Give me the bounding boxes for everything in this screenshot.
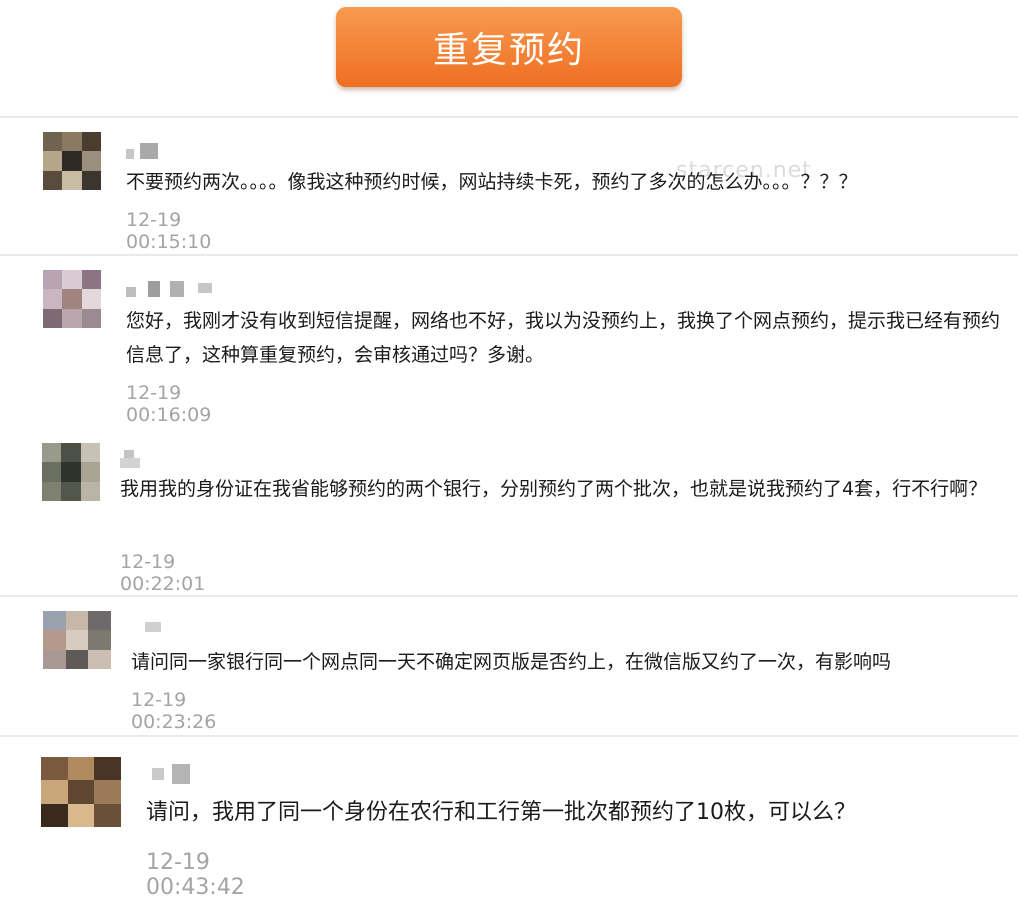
avatar-pixel xyxy=(94,780,121,805)
username[interactable] xyxy=(126,143,166,159)
avatar-pixel xyxy=(67,803,95,827)
comment-text: 请问，我用了同一个身份在农行和工行第一批次都预约了10枚，可以么？ xyxy=(146,800,856,825)
avatar-pixel xyxy=(81,308,101,328)
avatar-pixel xyxy=(80,462,100,483)
avatar-pixel xyxy=(80,481,100,501)
avatar-pixel xyxy=(62,270,83,290)
comment-time: 12-19 00:16:09 xyxy=(126,382,212,426)
avatar-pixel xyxy=(81,270,101,290)
avatar-pixel xyxy=(67,780,95,805)
avatar-pixel xyxy=(42,462,62,483)
username[interactable] xyxy=(145,620,165,636)
avatar-pixel xyxy=(43,270,63,290)
avatar-pixel xyxy=(94,757,121,781)
avatar-pixel xyxy=(43,170,63,190)
avatar-pixel xyxy=(43,132,63,152)
avatar-pixel xyxy=(81,170,101,190)
avatar-pixel xyxy=(62,170,83,190)
divider xyxy=(0,254,1018,256)
avatar-pixel xyxy=(88,630,111,651)
avatar-pixel xyxy=(88,611,111,631)
divider xyxy=(0,595,1018,597)
avatar-pixel xyxy=(43,611,66,631)
avatar-pixel xyxy=(65,649,89,669)
comment-time: 12-19 00:23:26 xyxy=(131,689,217,733)
avatar-pixel xyxy=(41,803,68,827)
avatar-pixel xyxy=(43,308,63,328)
avatar-pixel xyxy=(43,151,63,172)
avatar-pixel xyxy=(43,649,66,669)
comment-time: 12-19 00:43:42 xyxy=(146,850,245,900)
avatar[interactable] xyxy=(43,132,101,190)
avatar-pixel xyxy=(65,630,89,651)
avatar-pixel xyxy=(81,132,101,152)
username[interactable] xyxy=(152,764,196,784)
avatar-pixel xyxy=(62,132,83,152)
comment-text: 请问同一家银行同一个网点同一天不确定网页版是否约上，在微信版又约了一次，有影响吗 xyxy=(131,651,892,673)
avatar-pixel xyxy=(94,803,121,827)
avatar[interactable] xyxy=(42,443,100,501)
avatar-pixel xyxy=(62,151,83,172)
avatar-pixel xyxy=(61,462,82,483)
username[interactable] xyxy=(126,281,216,297)
avatar-pixel xyxy=(80,443,100,463)
comment-text: 不要预约两次。。。。像我这种预约时候，网站持续卡死，预约了多次的怎么办。。。？？… xyxy=(126,171,858,193)
username[interactable] xyxy=(120,450,144,468)
avatar-pixel xyxy=(88,649,111,669)
avatar-pixel xyxy=(62,308,83,328)
avatar-pixel xyxy=(42,481,62,501)
avatar-pixel xyxy=(43,289,63,310)
avatar[interactable] xyxy=(41,757,121,827)
avatar-pixel xyxy=(43,630,66,651)
repeat-booking-button[interactable]: 重复预约 xyxy=(336,7,682,87)
avatar[interactable] xyxy=(43,611,111,669)
comment-text: 您好，我刚才没有收到短信提醒，网络也不好，我以为没预约上，我换了个网点预约，提示… xyxy=(126,310,1001,366)
divider xyxy=(0,735,1018,737)
avatar-pixel xyxy=(81,151,101,172)
header: 重复预约 xyxy=(0,0,1018,116)
avatar[interactable] xyxy=(43,270,101,328)
comment-text: 我用我的身份证在我省能够预约的两个银行，分别预约了两个批次，也就是说我预约了4套… xyxy=(120,478,988,500)
avatar-pixel xyxy=(62,289,83,310)
avatar-pixel xyxy=(61,443,82,463)
avatar-pixel xyxy=(41,757,68,781)
avatar-pixel xyxy=(65,611,89,631)
comment-time: 12-19 00:15:10 xyxy=(126,209,212,253)
comment-time: 12-19 00:22:01 xyxy=(120,551,206,595)
avatar-pixel xyxy=(42,443,62,463)
avatar-pixel xyxy=(61,481,82,501)
avatar-pixel xyxy=(67,757,95,781)
divider xyxy=(0,116,1018,118)
avatar-pixel xyxy=(81,289,101,310)
avatar-pixel xyxy=(41,780,68,805)
